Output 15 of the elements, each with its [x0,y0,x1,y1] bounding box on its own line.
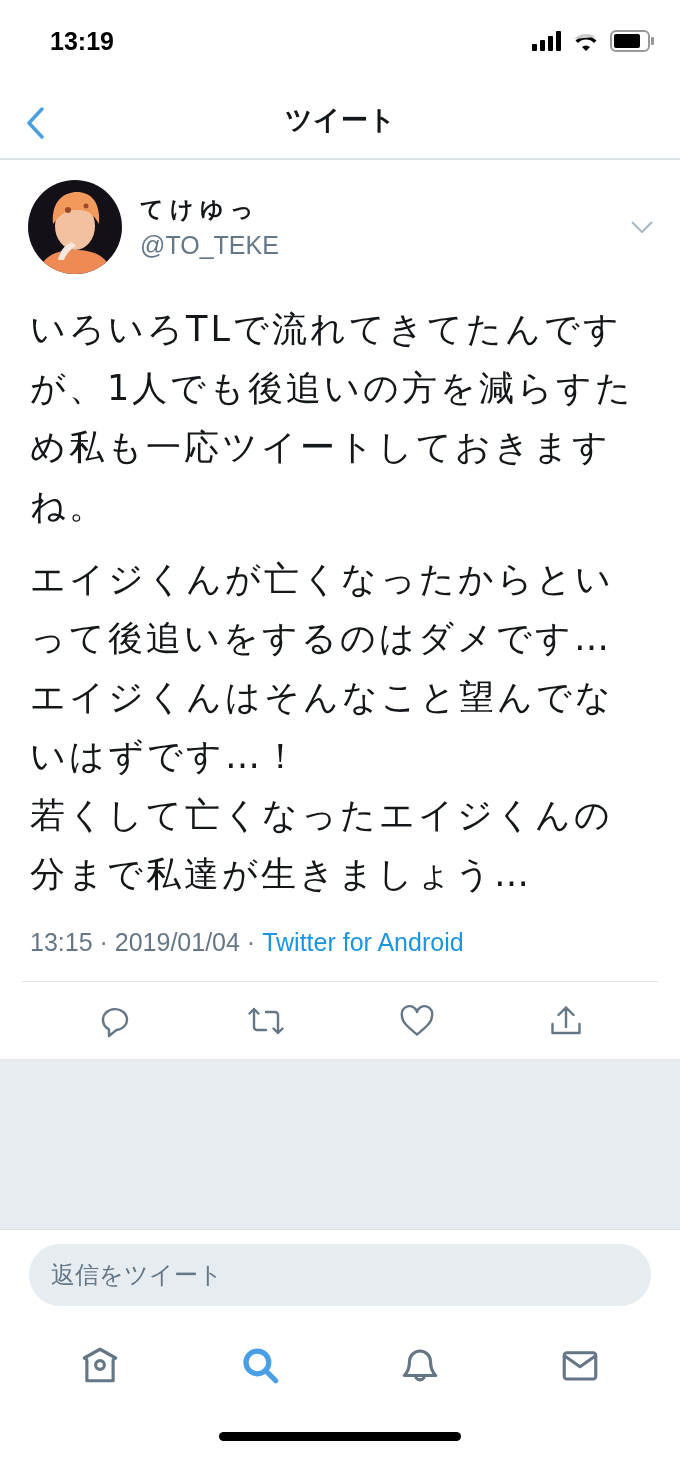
wifi-icon [572,31,600,51]
status-time: 13:19 [50,26,114,56]
heart-icon [398,1002,435,1039]
author-name: てけゆっ [140,195,261,224]
tweet-timestamp: 13:15 · 2019/01/04 · [30,928,257,957]
author-handle: @TO_TEKE [140,231,280,260]
tweet-text: エイジくんが亡くなったからといって後追いをするのはダメです… [30,558,615,660]
tweet-text: いろいろTLで流れてきてたんですが、1人でも後追いの方を減らすため私も一応ツイートしておきますね。 [30,308,636,528]
signal-icon [532,31,562,51]
tweet-text: 若くして亡くなったエイジくんの分まで私達が生きましょう… [30,794,614,896]
tweet-text: エイジくんはそんなこと望んでないはずです…！ [30,676,615,778]
source-link[interactable]: Twitter for Android [262,928,464,957]
page-title: ツイート [284,103,396,137]
battery-icon [610,30,654,52]
reply-field[interactable]: 返信をツイート [29,1244,651,1306]
